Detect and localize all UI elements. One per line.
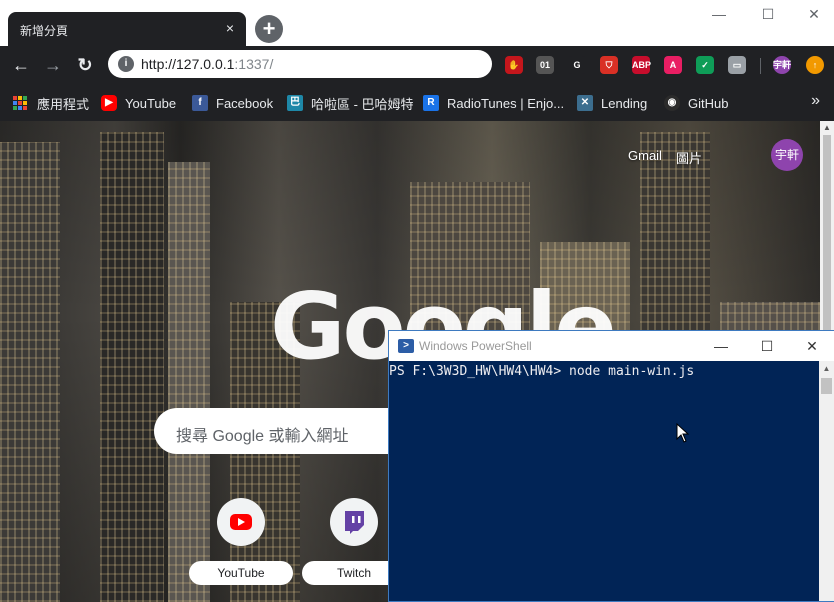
bookmark-label: Lending <box>601 95 648 111</box>
info-icon[interactable]: i <box>118 56 134 72</box>
reload-button[interactable]: ↻ <box>72 53 98 77</box>
bookmark-label: Facebook <box>216 95 274 111</box>
bookmark-label: GitHub <box>688 95 729 111</box>
new-tab-button[interactable]: + <box>255 15 283 43</box>
bookmark-label: 哈啦區 - 巴哈姆特 <box>311 96 414 112</box>
bahamut-icon: 巴 <box>287 95 303 111</box>
adblock-plus-icon[interactable]: ABP <box>632 56 651 74</box>
gmail-link[interactable]: Gmail <box>628 148 662 163</box>
bookmark-github[interactable]: ◉ GitHub <box>664 94 728 112</box>
tab-title: 新增分頁 <box>20 24 69 38</box>
shortcut-label: YouTube <box>189 561 293 585</box>
twitch-shortcut-icon <box>330 498 378 546</box>
ps-close-button[interactable]: ✕ <box>800 336 824 356</box>
screen: 新增分頁 × + — ☐ ✕ ← → ↻ i http://127.0.0.1:… <box>0 0 834 602</box>
shield-icon[interactable]: ⛉ <box>600 56 618 74</box>
bookmark-radiotunes[interactable]: R RadioTunes | Enjo... <box>423 94 564 112</box>
bookmark-label: YouTube <box>125 95 177 111</box>
search-placeholder: 搜尋 Google 或輸入網址 <box>176 428 349 445</box>
powershell-icon: > <box>398 339 414 353</box>
powershell-title: Windows PowerShell <box>419 339 532 353</box>
update-icon[interactable]: ↑ <box>806 56 824 74</box>
youtube-logo-icon <box>230 514 252 530</box>
shortcut-youtube[interactable]: YouTube <box>189 498 293 588</box>
close-window-button[interactable]: ✕ <box>802 4 826 24</box>
bookmark-lending[interactable]: ✕ Lending <box>577 94 647 112</box>
bookmark-label: 應用程式 <box>37 96 90 112</box>
powershell-scrollbar[interactable]: ▲ <box>819 361 834 601</box>
powershell-window[interactable]: > Windows PowerShell — ☐ ✕ PS F:\3W3D_HW… <box>388 330 834 602</box>
url-host: http://127.0.0.1 <box>141 56 235 72</box>
bookmark-label: RadioTunes | Enjo... <box>447 95 565 111</box>
images-link[interactable]: 圖片 <box>676 148 702 167</box>
github-icon: ◉ <box>664 95 680 111</box>
ps-minimize-button[interactable]: — <box>709 336 733 356</box>
binary-icon[interactable]: 01 <box>536 56 554 74</box>
background-building <box>0 142 60 602</box>
apps-grid-icon <box>12 95 28 111</box>
account-avatar[interactable]: 宇軒 <box>771 139 803 171</box>
bookmarks-bar: 應用程式 ▶ YouTube f Facebook 巴 哈啦區 - 巴哈姆特 R… <box>0 84 834 121</box>
forward-button[interactable]: → <box>40 53 66 77</box>
url-text: http://127.0.0.1:1337/ <box>141 56 273 72</box>
tab-new-tab[interactable]: 新增分頁 × <box>8 12 246 46</box>
toolbar-divider <box>760 58 761 74</box>
mouse-cursor-icon <box>676 423 690 443</box>
bookmarks-overflow-button[interactable]: » <box>811 92 820 110</box>
scroll-up-arrow-icon[interactable]: ▲ <box>820 121 834 135</box>
back-button[interactable]: ← <box>8 53 34 77</box>
tab-close-icon[interactable]: × <box>222 20 238 36</box>
bookmark-bahamut[interactable]: 巴 哈啦區 - 巴哈姆特 <box>287 94 414 112</box>
privacy-badge-icon[interactable]: ✓ <box>696 56 714 74</box>
url-port-path: :1337/ <box>234 56 274 72</box>
powershell-titlebar[interactable]: > Windows PowerShell — ☐ ✕ <box>389 331 834 361</box>
google-icon[interactable]: G <box>568 56 586 74</box>
line-icon[interactable]: ▭ <box>728 56 746 74</box>
toolbar: ← → ↻ i http://127.0.0.1:1337/ ✋ 01 G ⛉ ABP A… <box>0 46 834 84</box>
scrollbar-thumb[interactable] <box>821 378 832 394</box>
minimize-button[interactable]: — <box>707 4 731 24</box>
bookmark-apps[interactable]: 應用程式 <box>12 94 89 112</box>
ublock-icon[interactable]: ✋ <box>505 56 523 74</box>
youtube-shortcut-icon <box>217 498 265 546</box>
twitch-logo-icon <box>345 511 364 534</box>
tab-strip: 新增分頁 × + — ☐ ✕ <box>0 0 834 46</box>
lending-icon: ✕ <box>577 95 593 111</box>
scroll-up-arrow-icon[interactable]: ▲ <box>819 361 834 376</box>
profile-avatar-icon[interactable]: 宇軒 <box>773 56 791 74</box>
maximize-button[interactable]: ☐ <box>756 4 780 24</box>
arc-icon[interactable]: A <box>664 56 682 74</box>
radiotunes-icon: R <box>423 95 439 111</box>
facebook-icon: f <box>192 95 208 111</box>
ps-maximize-button[interactable]: ☐ <box>755 336 779 356</box>
powershell-console[interactable]: PS F:\3W3D_HW\HW4\HW4> node main-win.js <box>389 361 819 601</box>
youtube-icon: ▶ <box>101 95 117 111</box>
bookmark-facebook[interactable]: f Facebook <box>192 94 273 112</box>
background-building <box>100 132 164 602</box>
bookmark-youtube[interactable]: ▶ YouTube <box>101 94 176 112</box>
address-bar[interactable]: i http://127.0.0.1:1337/ <box>108 50 492 78</box>
console-line: PS F:\3W3D_HW\HW4\HW4> node main-win.js <box>389 364 695 379</box>
